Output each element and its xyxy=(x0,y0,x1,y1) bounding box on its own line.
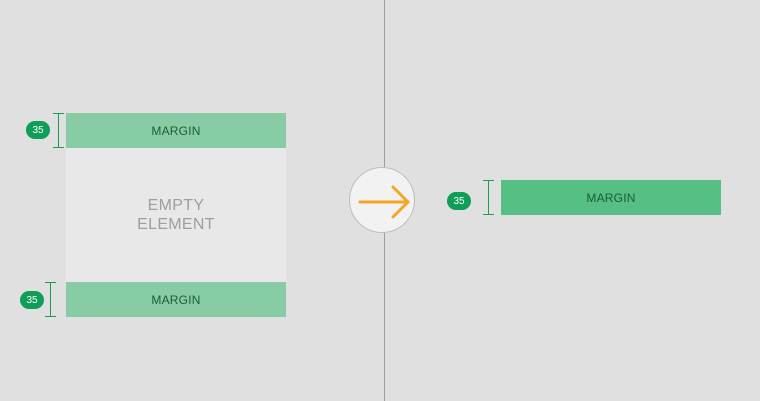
top-margin-block: MARGIN xyxy=(66,113,286,148)
top-margin-measure xyxy=(53,113,65,148)
bottom-margin-measure xyxy=(45,282,57,317)
arrow-right-icon xyxy=(358,185,410,219)
bottom-margin-block: MARGIN xyxy=(66,282,286,317)
top-margin-badge: 35 xyxy=(26,121,50,139)
collapsed-margin-badge: 35 xyxy=(447,192,471,210)
bottom-margin-badge: 35 xyxy=(20,291,44,309)
collapsed-margin-block: MARGIN xyxy=(501,180,721,215)
collapsed-margin-measure xyxy=(483,180,495,215)
arrow-circle xyxy=(349,167,415,233)
empty-element: EMPTY ELEMENT xyxy=(66,148,286,282)
